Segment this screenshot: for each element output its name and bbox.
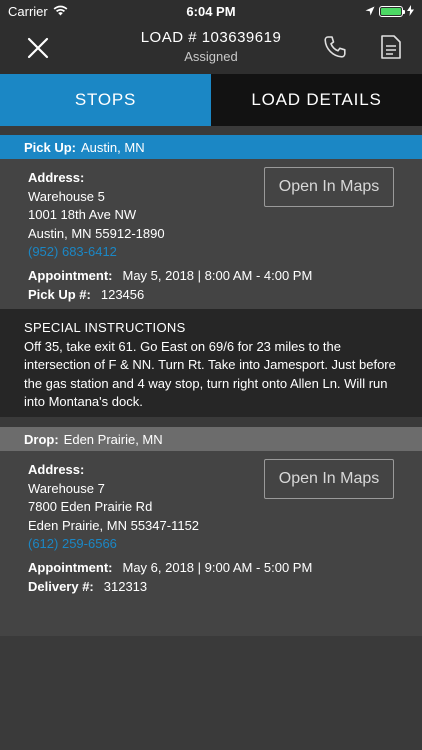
pickup-address-block: Address: Warehouse 5 1001 18th Ave NW Au… [28, 169, 165, 262]
pickup-address-label: Address: [28, 170, 85, 185]
tab-stops[interactable]: STOPS [0, 74, 211, 126]
drop-details: Appointment: May 6, 2018 | 9:00 AM - 5:00… [28, 559, 312, 596]
drop-address-block: Address: Warehouse 7 7800 Eden Prairie R… [28, 461, 199, 554]
drop-phone-link[interactable]: (612) 259-6566 [28, 535, 199, 554]
special-instructions: SPECIAL INSTRUCTIONS Off 35, take exit 6… [0, 309, 422, 417]
battery-icon [379, 5, 405, 17]
pickup-appointment-label: Appointment: [28, 268, 113, 283]
call-button[interactable] [323, 35, 347, 59]
drop-address-line3: Eden Prairie, MN 55347-1152 [28, 517, 200, 533]
tab-load-details[interactable]: LOAD DETAILS [211, 74, 422, 126]
location-arrow-icon [365, 4, 375, 19]
drop-ref-value: 312313 [103, 578, 148, 594]
status-bar: Carrier 6:04 PM [0, 0, 422, 22]
pickup-header-label: Pick Up: [24, 139, 77, 155]
phone-icon [324, 36, 346, 58]
drop-address-line2: 7800 Eden Prairie Rd [28, 499, 153, 514]
drop-ref-row: Delivery #: 312313 [28, 578, 312, 597]
status-right [365, 4, 414, 19]
special-instructions-title: SPECIAL INSTRUCTIONS [24, 320, 186, 335]
pickup-ref-row: Pick Up #: 123456 [28, 286, 312, 305]
nav-bar: LOAD # 103639619 Assigned [0, 22, 422, 74]
pickup-address-line3: Austin, MN 55912-1890 [28, 225, 165, 241]
special-instructions-text: Off 35, take exit 61. Go East on 69/6 fo… [24, 338, 396, 410]
drop-ref-label: Delivery #: [28, 578, 94, 594]
pickup-appointment-row: Appointment: May 5, 2018 | 8:00 AM - 4:00… [28, 267, 312, 286]
pickup-header: Pick Up: Austin, MN [0, 135, 422, 159]
drop-appointment-label: Appointment: [28, 560, 113, 575]
pickup-address-line1: Warehouse 5 [28, 188, 105, 204]
drop-open-in-maps-button[interactable]: Open In Maps [264, 459, 394, 499]
charging-icon [407, 4, 414, 19]
battery-level [381, 7, 401, 15]
load-status: Assigned [184, 49, 238, 64]
pickup-header-city: Austin, MN [81, 139, 145, 155]
stops-list[interactable]: Pick Up: Austin, MN Address: Warehouse 5… [0, 126, 422, 750]
wifi-icon [53, 4, 68, 19]
documents-button[interactable] [380, 34, 402, 60]
pickup-ref-label: Pick Up #: [28, 286, 91, 302]
pickup-ref-value: 123456 [100, 286, 145, 302]
document-icon [381, 35, 401, 59]
drop-header-city: Eden Prairie, MN [63, 431, 163, 447]
drop-card: Address: Warehouse 7 7800 Eden Prairie R… [0, 451, 422, 636]
drop-header-label: Drop: [24, 431, 59, 447]
page-title: LOAD # 103639619 [140, 29, 282, 46]
pickup-card: Address: Warehouse 5 1001 18th Ave NW Au… [0, 159, 422, 309]
pickup-open-in-maps-button[interactable]: Open In Maps [264, 167, 394, 207]
tab-bar: STOPS LOAD DETAILS [0, 74, 422, 126]
pickup-phone-link[interactable]: (952) 683-6412 [28, 243, 165, 262]
pickup-appointment-value: May 5, 2018 | 8:00 AM - 4:00 PM [122, 268, 313, 283]
drop-appointment-value: May 6, 2018 | 9:00 AM - 5:00 PM [122, 560, 313, 575]
nav-title-group: LOAD # 103639619 Assigned [0, 29, 422, 64]
drop-appointment-row: Appointment: May 6, 2018 | 9:00 AM - 5:00… [28, 559, 312, 578]
drop-address-line1: Warehouse 7 [28, 480, 105, 496]
carrier-label: Carrier [8, 3, 48, 19]
status-left: Carrier [8, 4, 68, 19]
drop-address-label: Address: [28, 462, 85, 477]
pickup-details: Appointment: May 5, 2018 | 8:00 AM - 4:00… [28, 267, 312, 304]
pickup-address-line2: 1001 18th Ave NW [28, 207, 137, 222]
drop-header: Drop: Eden Prairie, MN [0, 427, 422, 451]
